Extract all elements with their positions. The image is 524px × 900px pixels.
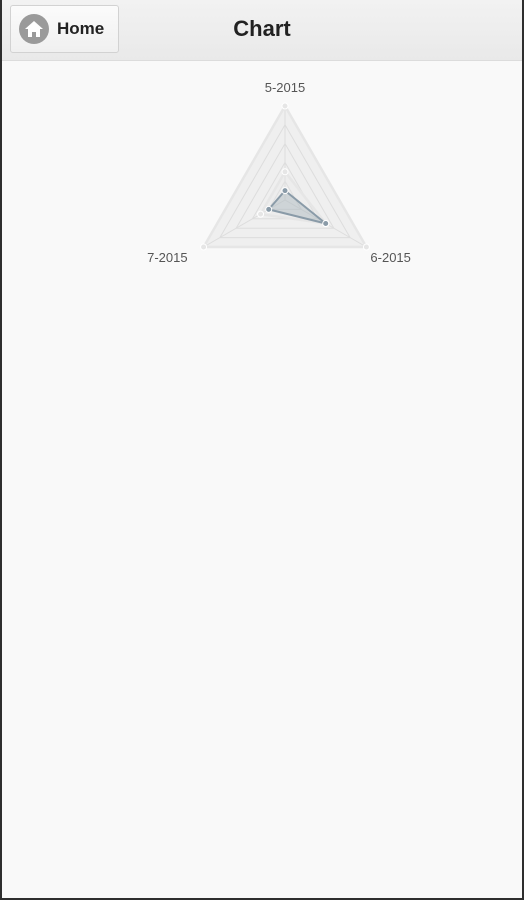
home-label: Home [57,19,105,38]
radar-series [200,102,370,251]
radar-category-label: 6-2015 [370,250,410,265]
radar-category-label: 5-2015 [265,80,305,95]
home-icon [19,14,49,44]
radar-data-point[interactable] [322,220,330,227]
home-button[interactable]: Home [10,5,119,53]
app-screen: Chart Home 5-2015 6-2015 7-2015 [2,0,522,898]
radar-data-point[interactable] [257,210,265,218]
radar-data-point[interactable] [281,168,289,176]
radar-data-point[interactable] [281,102,289,110]
radar-chart: 5-2015 6-2015 7-2015 [2,62,522,322]
radar-data-point[interactable] [281,187,289,195]
header-bar: Chart Home [2,0,522,61]
radar-data-point[interactable] [265,205,273,213]
radar-data-point[interactable] [200,243,208,251]
radar-data-point[interactable] [362,243,370,251]
radar-category-label: 7-2015 [147,250,187,265]
radar-chart-svg: 5-2015 6-2015 7-2015 [147,80,411,265]
